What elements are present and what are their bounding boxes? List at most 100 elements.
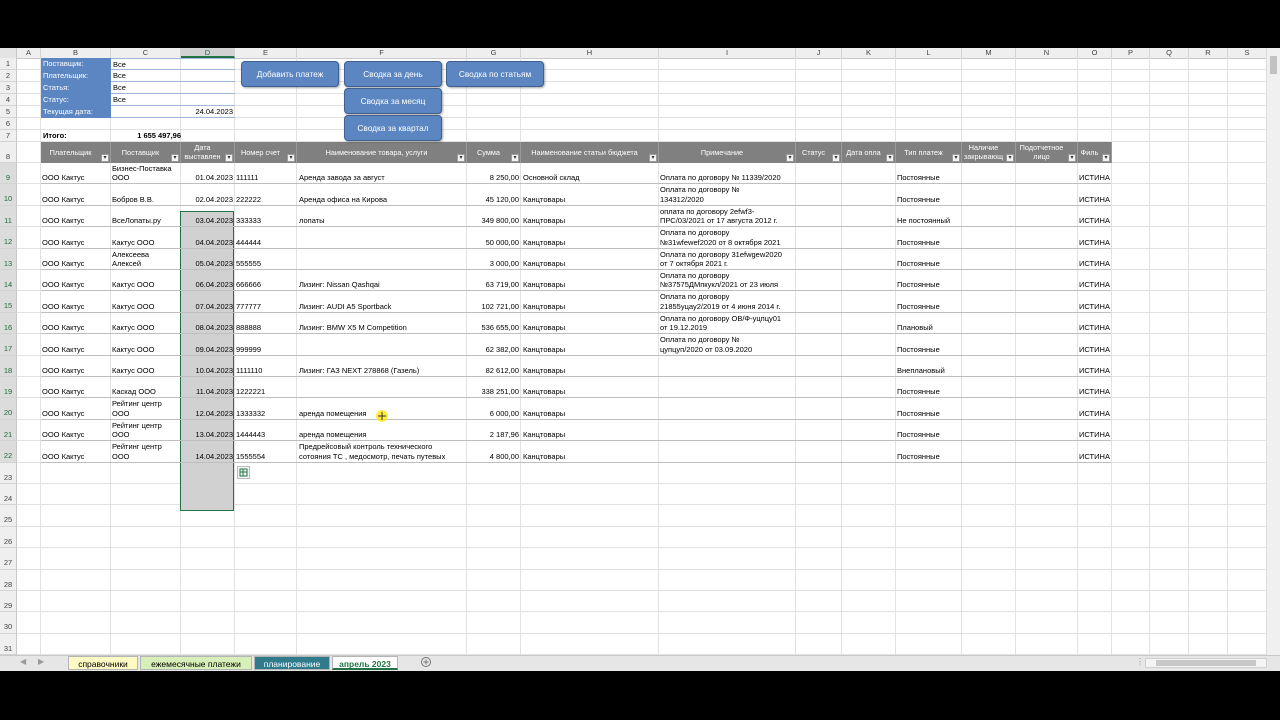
column-header-d[interactable]: D	[181, 48, 235, 58]
filter-value[interactable]: Все	[111, 58, 235, 70]
article-cell[interactable]: Канцтовары	[523, 452, 658, 462]
row-header-8[interactable]: 8	[0, 142, 17, 163]
payer-cell[interactable]: ООО Кактус	[42, 452, 110, 462]
goods-cell-line2[interactable]: Лизинг: Nissan Qashqai	[299, 280, 466, 290]
article-cell[interactable]: Основной склад	[523, 173, 658, 183]
article-cell[interactable]: Канцтовары	[523, 195, 658, 205]
filter-cell[interactable]: ИСТИНА	[1079, 452, 1111, 462]
column-header-p[interactable]: P	[1112, 48, 1150, 58]
row-header-25[interactable]: 25	[0, 505, 17, 527]
filter-cell[interactable]: ИСТИНА	[1079, 366, 1111, 376]
filter-cell[interactable]: ИСТИНА	[1079, 387, 1111, 397]
row-header-7[interactable]: 7	[0, 130, 17, 142]
filter-dropdown-icon[interactable]: ▾	[1068, 154, 1076, 162]
filter-dropdown-icon[interactable]: ▾	[511, 154, 519, 162]
date-cell[interactable]: 10.04.2023	[181, 366, 233, 376]
invoice-cell[interactable]: 999999	[236, 345, 296, 355]
date-cell[interactable]: 06.04.2023	[181, 280, 233, 290]
invoice-cell[interactable]: 222222	[236, 195, 296, 205]
filter-label[interactable]: Поставщик:	[41, 58, 111, 70]
vertical-scroll-thumb[interactable]	[1270, 56, 1277, 74]
row-header-3[interactable]: 3	[0, 82, 17, 94]
payer-cell[interactable]: ООО Кактус	[42, 195, 110, 205]
supplier-cell-line2[interactable]: Кактус ООО	[112, 238, 180, 248]
column-header-o[interactable]: O	[1078, 48, 1112, 58]
type-cell[interactable]: Внеплановый	[897, 366, 961, 376]
note-cell-line2[interactable]: 134312/2020	[660, 195, 795, 205]
date-cell[interactable]: 12.04.2023	[181, 409, 233, 419]
article-cell[interactable]: Канцтовары	[523, 238, 658, 248]
filter-value[interactable]: 24.04.2023	[111, 106, 235, 118]
supplier-cell-line2[interactable]: Кактус ООО	[112, 345, 180, 355]
column-header-j[interactable]: J	[796, 48, 842, 58]
column-header-i[interactable]: I	[659, 48, 796, 58]
goods-cell-line2[interactable]: сотояния ТС , медосмотр, печать путевых	[299, 452, 466, 462]
payer-cell[interactable]: ООО Кактус	[42, 238, 110, 248]
filter-value[interactable]: Все	[111, 94, 235, 106]
goods-cell-line2[interactable]	[299, 238, 466, 248]
article-cell[interactable]: Канцтовары	[523, 409, 658, 419]
row-header-18[interactable]: 18	[0, 355, 17, 377]
table-header-1[interactable]: Поставщик ▾	[111, 142, 181, 163]
invoice-cell[interactable]: 1555554	[236, 452, 296, 462]
supplier-cell-line2[interactable]: Кактус ООО	[112, 323, 180, 333]
article-cell[interactable]: Канцтовары	[523, 216, 658, 226]
table-header-8[interactable]: Статус ▾	[796, 142, 842, 163]
article-cell[interactable]: Канцтовары	[523, 366, 658, 376]
invoice-cell[interactable]: 777777	[236, 302, 296, 312]
row-header-6[interactable]: 6	[0, 118, 17, 130]
filter-cell[interactable]: ИСТИНА	[1079, 216, 1111, 226]
filter-dropdown-icon[interactable]: ▾	[1006, 154, 1014, 162]
filter-cell[interactable]: ИСТИНА	[1079, 238, 1111, 248]
sum-cell[interactable]: 8 250,00	[467, 173, 519, 183]
row-header-14[interactable]: 14	[0, 270, 17, 292]
filter-value[interactable]: Все	[111, 70, 235, 82]
filter-cell[interactable]: ИСТИНА	[1079, 430, 1111, 440]
column-header-k[interactable]: K	[842, 48, 896, 58]
article-cell[interactable]: Канцтовары	[523, 302, 658, 312]
row-header-21[interactable]: 21	[0, 419, 17, 442]
table-header-10[interactable]: Тип платеж ▾	[896, 142, 962, 163]
supplier-cell-line2[interactable]: ООО	[112, 430, 180, 440]
table-header-2[interactable]: Дата выставлен ▾	[181, 142, 235, 163]
sum-cell[interactable]: 3 000,00	[467, 259, 519, 269]
note-cell-line2[interactable]: цупцуп/2020 от 03.09.2020	[660, 345, 795, 355]
row-header-16[interactable]: 16	[0, 312, 17, 335]
note-cell-line2[interactable]	[660, 409, 795, 419]
row-header-23[interactable]: 23	[0, 462, 17, 484]
table-header-12[interactable]: Подотчетное лицо ▾	[1016, 142, 1078, 163]
filter-dropdown-icon[interactable]: ▾	[886, 154, 894, 162]
selected-range-D9-D22[interactable]	[180, 211, 234, 511]
filter-value[interactable]: Все	[111, 82, 235, 94]
note-cell-line2[interactable]	[660, 430, 795, 440]
sum-cell[interactable]: 6 000,00	[467, 409, 519, 419]
column-header-f[interactable]: F	[297, 48, 467, 58]
table-header-4[interactable]: Наименование товара, услуги ▾	[297, 142, 467, 163]
type-cell[interactable]: Постоянные	[897, 452, 961, 462]
filter-label[interactable]: Статус:	[41, 94, 111, 106]
filter-label[interactable]: Текущая дата:	[41, 106, 111, 118]
payer-cell[interactable]: ООО Кактус	[42, 366, 110, 376]
type-cell[interactable]: Постоянные	[897, 173, 961, 183]
filter-cell[interactable]: ИСТИНА	[1079, 323, 1111, 333]
date-cell[interactable]: 05.04.2023	[181, 259, 233, 269]
sum-cell[interactable]: 102 721,00	[467, 302, 519, 312]
sum-cell[interactable]: 2 187,96	[467, 430, 519, 440]
row-header-17[interactable]: 17	[0, 334, 17, 356]
invoice-cell[interactable]: 111111	[236, 173, 296, 183]
filter-dropdown-icon[interactable]: ▾	[101, 154, 109, 162]
row-header-24[interactable]: 24	[0, 484, 17, 506]
type-cell[interactable]: Постоянные	[897, 302, 961, 312]
invoice-cell[interactable]: 888888	[236, 323, 296, 333]
summary-quarter-button[interactable]: Сводка за квартал	[344, 115, 442, 141]
type-cell[interactable]: Не постоянный	[897, 216, 961, 226]
note-cell-line2[interactable]: Оплата по договору № 11339/2020	[660, 173, 795, 183]
column-header-g[interactable]: G	[467, 48, 521, 58]
payer-cell[interactable]: ООО Кактус	[42, 216, 110, 226]
payer-cell[interactable]: ООО Кактус	[42, 323, 110, 333]
filter-dropdown-icon[interactable]: ▾	[1102, 154, 1110, 162]
row-header-2[interactable]: 2	[0, 70, 17, 82]
row-header-12[interactable]: 12	[0, 227, 17, 249]
type-cell[interactable]: Постоянные	[897, 259, 961, 269]
type-cell[interactable]: Постоянные	[897, 409, 961, 419]
